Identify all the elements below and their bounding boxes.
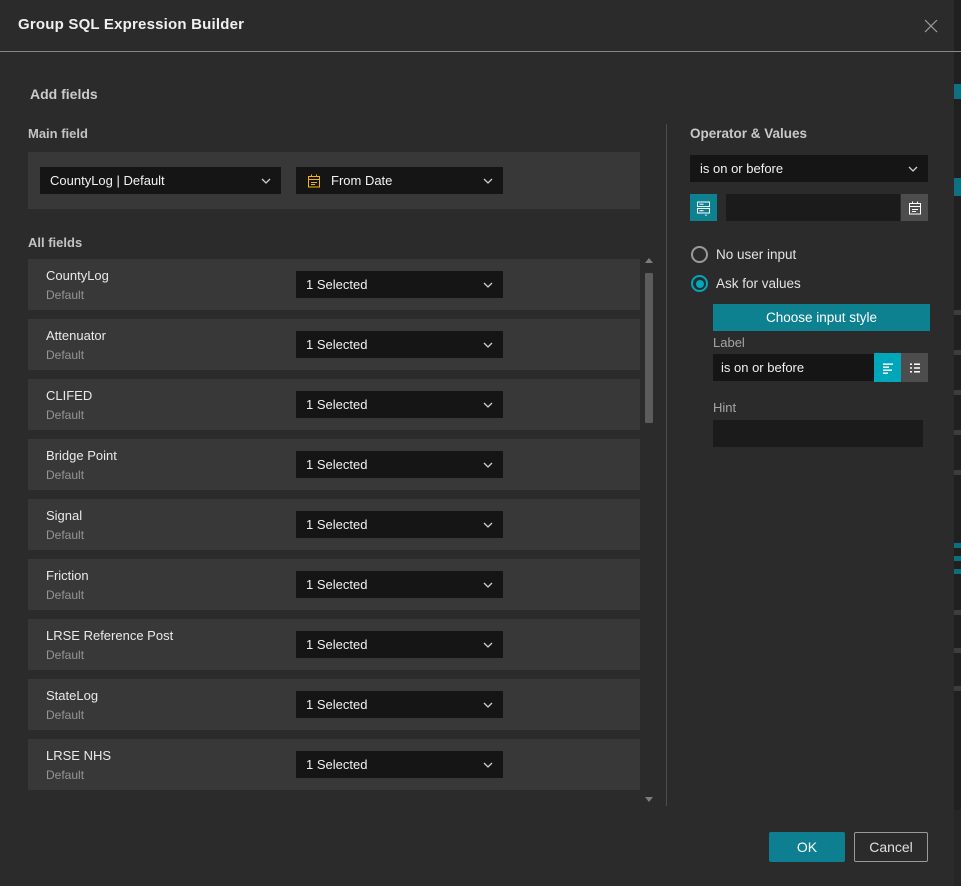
field-sublabel: Default xyxy=(46,648,84,662)
field-selection-dropdown-value: 1 Selected xyxy=(306,277,367,292)
operator-values-heading: Operator & Values xyxy=(690,126,807,141)
single-line-style-toggle[interactable] xyxy=(874,353,901,382)
field-name: Attenuator xyxy=(46,328,106,343)
scroll-up-arrow-icon[interactable] xyxy=(645,258,653,263)
field-name: LRSE NHS xyxy=(46,748,111,763)
add-fields-heading: Add fields xyxy=(30,86,98,102)
chevron-down-icon xyxy=(483,522,493,528)
calendar-picker-icon-button[interactable] xyxy=(901,194,928,221)
chevron-down-icon xyxy=(483,342,493,348)
radio-no-user-input[interactable]: No user input xyxy=(691,246,796,263)
label-field-label: Label xyxy=(713,335,745,350)
field-selection-dropdown[interactable]: 1 Selected xyxy=(296,271,503,298)
radio-circle-icon[interactable] xyxy=(691,246,708,263)
field-sublabel: Default xyxy=(46,528,84,542)
chevron-down-icon xyxy=(483,762,493,768)
chevron-down-icon xyxy=(483,582,493,588)
field-row: Attenuator Default 1 Selected xyxy=(28,319,640,370)
field-selection-dropdown-value: 1 Selected xyxy=(306,337,367,352)
field-sublabel: Default xyxy=(46,348,84,362)
choose-input-style-button[interactable]: Choose input style xyxy=(713,304,930,331)
close-icon[interactable] xyxy=(918,13,944,39)
field-sublabel: Default xyxy=(46,768,84,782)
calendar-icon xyxy=(306,173,322,189)
value-input[interactable] xyxy=(726,194,900,221)
chevron-down-icon xyxy=(483,178,493,184)
field-sublabel: Default xyxy=(46,588,84,602)
field-selection-dropdown[interactable]: 1 Selected xyxy=(296,511,503,538)
field-name: CountyLog xyxy=(46,268,109,283)
all-fields-label: All fields xyxy=(28,235,82,250)
cancel-button[interactable]: Cancel xyxy=(854,832,928,862)
scrollbar-thumb[interactable] xyxy=(645,273,653,423)
main-field-label: Main field xyxy=(28,126,88,141)
field-selection-dropdown-value: 1 Selected xyxy=(306,457,367,472)
field-selection-dropdown[interactable]: 1 Selected xyxy=(296,751,503,778)
main-field-box: CountyLog | Default From Date xyxy=(28,152,640,209)
field-selection-dropdown[interactable]: 1 Selected xyxy=(296,391,503,418)
field-name: CLIFED xyxy=(46,388,92,403)
field-name: Signal xyxy=(46,508,82,523)
field-row: LRSE NHS Default 1 Selected xyxy=(28,739,640,790)
field-selection-dropdown-value: 1 Selected xyxy=(306,697,367,712)
field-row: Bridge Point Default 1 Selected xyxy=(28,439,640,490)
operator-dropdown-value: is on or before xyxy=(700,161,783,176)
main-field-source-dropdown[interactable]: CountyLog | Default xyxy=(40,167,281,194)
field-sublabel: Default xyxy=(46,288,84,302)
field-selection-dropdown[interactable]: 1 Selected xyxy=(296,571,503,598)
field-name: Friction xyxy=(46,568,89,583)
field-row: CountyLog Default 1 Selected xyxy=(28,259,640,310)
field-name: LRSE Reference Post xyxy=(46,628,173,643)
field-sublabel: Default xyxy=(46,468,84,482)
field-selection-dropdown[interactable]: 1 Selected xyxy=(296,331,503,358)
main-field-source-value: CountyLog | Default xyxy=(50,173,165,188)
label-input[interactable] xyxy=(713,354,874,381)
list-style-toggle[interactable] xyxy=(901,353,928,382)
field-selection-dropdown-value: 1 Selected xyxy=(306,397,367,412)
field-name: Bridge Point xyxy=(46,448,117,463)
list-scrollbar[interactable] xyxy=(644,256,654,804)
hint-field-label: Hint xyxy=(713,400,736,415)
scroll-down-arrow-icon[interactable] xyxy=(645,797,653,802)
field-selection-dropdown-value: 1 Selected xyxy=(306,637,367,652)
hint-input[interactable] xyxy=(713,420,923,447)
dialog-title: Group SQL Expression Builder xyxy=(18,16,244,33)
field-row: Signal Default 1 Selected xyxy=(28,499,640,550)
group-sql-expression-builder-dialog: Group SQL Expression Builder Add fields … xyxy=(0,0,954,886)
main-field-field-value: From Date xyxy=(331,173,392,188)
main-field-field-dropdown[interactable]: From Date xyxy=(296,167,503,194)
background-app-edge xyxy=(954,0,961,886)
field-selection-dropdown[interactable]: 1 Selected xyxy=(296,451,503,478)
panel-divider xyxy=(666,124,667,806)
radio-ask-for-values[interactable]: Ask for values xyxy=(691,275,801,292)
chevron-down-icon xyxy=(483,702,493,708)
chevron-down-icon xyxy=(908,166,918,172)
field-row: CLIFED Default 1 Selected xyxy=(28,379,640,430)
field-sublabel: Default xyxy=(46,408,84,422)
chevron-down-icon xyxy=(483,462,493,468)
radio-no-user-input-label: No user input xyxy=(716,247,796,262)
chevron-down-icon xyxy=(483,282,493,288)
field-selection-dropdown-value: 1 Selected xyxy=(306,577,367,592)
chevron-down-icon xyxy=(483,402,493,408)
field-row: StateLog Default 1 Selected xyxy=(28,679,640,730)
radio-ask-for-values-label: Ask for values xyxy=(716,276,801,291)
field-row: LRSE Reference Post Default 1 Selected xyxy=(28,619,640,670)
field-selection-dropdown-value: 1 Selected xyxy=(306,757,367,772)
all-fields-list: CountyLog Default 1 Selected Attenuator … xyxy=(28,259,640,799)
unique-values-icon-button[interactable] xyxy=(690,194,717,221)
radio-circle-selected-icon[interactable] xyxy=(691,275,708,292)
dialog-titlebar: Group SQL Expression Builder xyxy=(0,0,954,52)
field-selection-dropdown[interactable]: 1 Selected xyxy=(296,691,503,718)
field-sublabel: Default xyxy=(46,708,84,722)
field-row: Friction Default 1 Selected xyxy=(28,559,640,610)
operator-dropdown[interactable]: is on or before xyxy=(690,155,928,182)
field-name: StateLog xyxy=(46,688,98,703)
chevron-down-icon xyxy=(261,178,271,184)
chevron-down-icon xyxy=(483,642,493,648)
ok-button[interactable]: OK xyxy=(769,832,845,862)
field-selection-dropdown-value: 1 Selected xyxy=(306,517,367,532)
field-selection-dropdown[interactable]: 1 Selected xyxy=(296,631,503,658)
